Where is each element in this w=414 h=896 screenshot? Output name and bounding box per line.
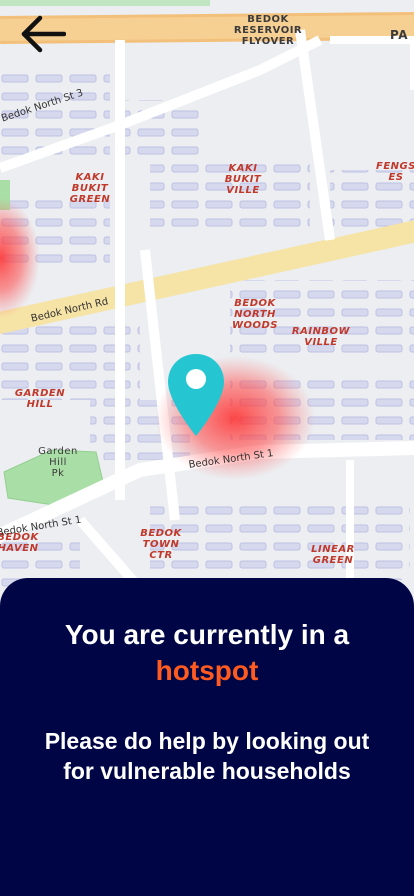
hotspot-alert-sheet: You are currently in a hotspot Please do… — [0, 578, 414, 896]
map-label-bedok-town-ctr: BEDOK TOWN CTR — [140, 528, 182, 561]
location-pin-icon — [165, 352, 227, 438]
arrow-left-icon — [21, 15, 66, 53]
back-button[interactable] — [18, 14, 74, 62]
map-label-pa: PA — [390, 28, 408, 42]
map-view[interactable]: BEDOK RESERVOIR FLYOVER PA KAKI BUKIT GR… — [0, 0, 414, 600]
map-label-kaki-bukit-green: KAKI BUKIT GREEN — [69, 172, 111, 205]
alert-message: Please do help by looking out for vulner… — [44, 728, 370, 784]
map-label-bedok-north-woods: BEDOK NORTH WOODS — [231, 298, 279, 331]
alert-highlight: hotspot — [155, 655, 259, 686]
map-label-garden-hill: GARDEN HILL — [14, 388, 66, 410]
alert-title: You are currently in a — [64, 619, 350, 650]
map-canvas — [0, 0, 414, 600]
map-label-rainbow-ville: RAINBOW VILLE — [291, 326, 351, 348]
map-label-kaki-bukit-ville: KAKI BUKIT VILLE — [224, 163, 262, 196]
map-label-linear-green: LINEAR GREEN — [311, 544, 355, 566]
map-label-fengshan: FENGS ES — [376, 161, 414, 183]
map-label-garden-hill-park: Garden Hill Pk — [38, 446, 78, 479]
map-label-bedok-reservoir-flyover: BEDOK RESERVOIR FLYOVER — [233, 14, 303, 47]
